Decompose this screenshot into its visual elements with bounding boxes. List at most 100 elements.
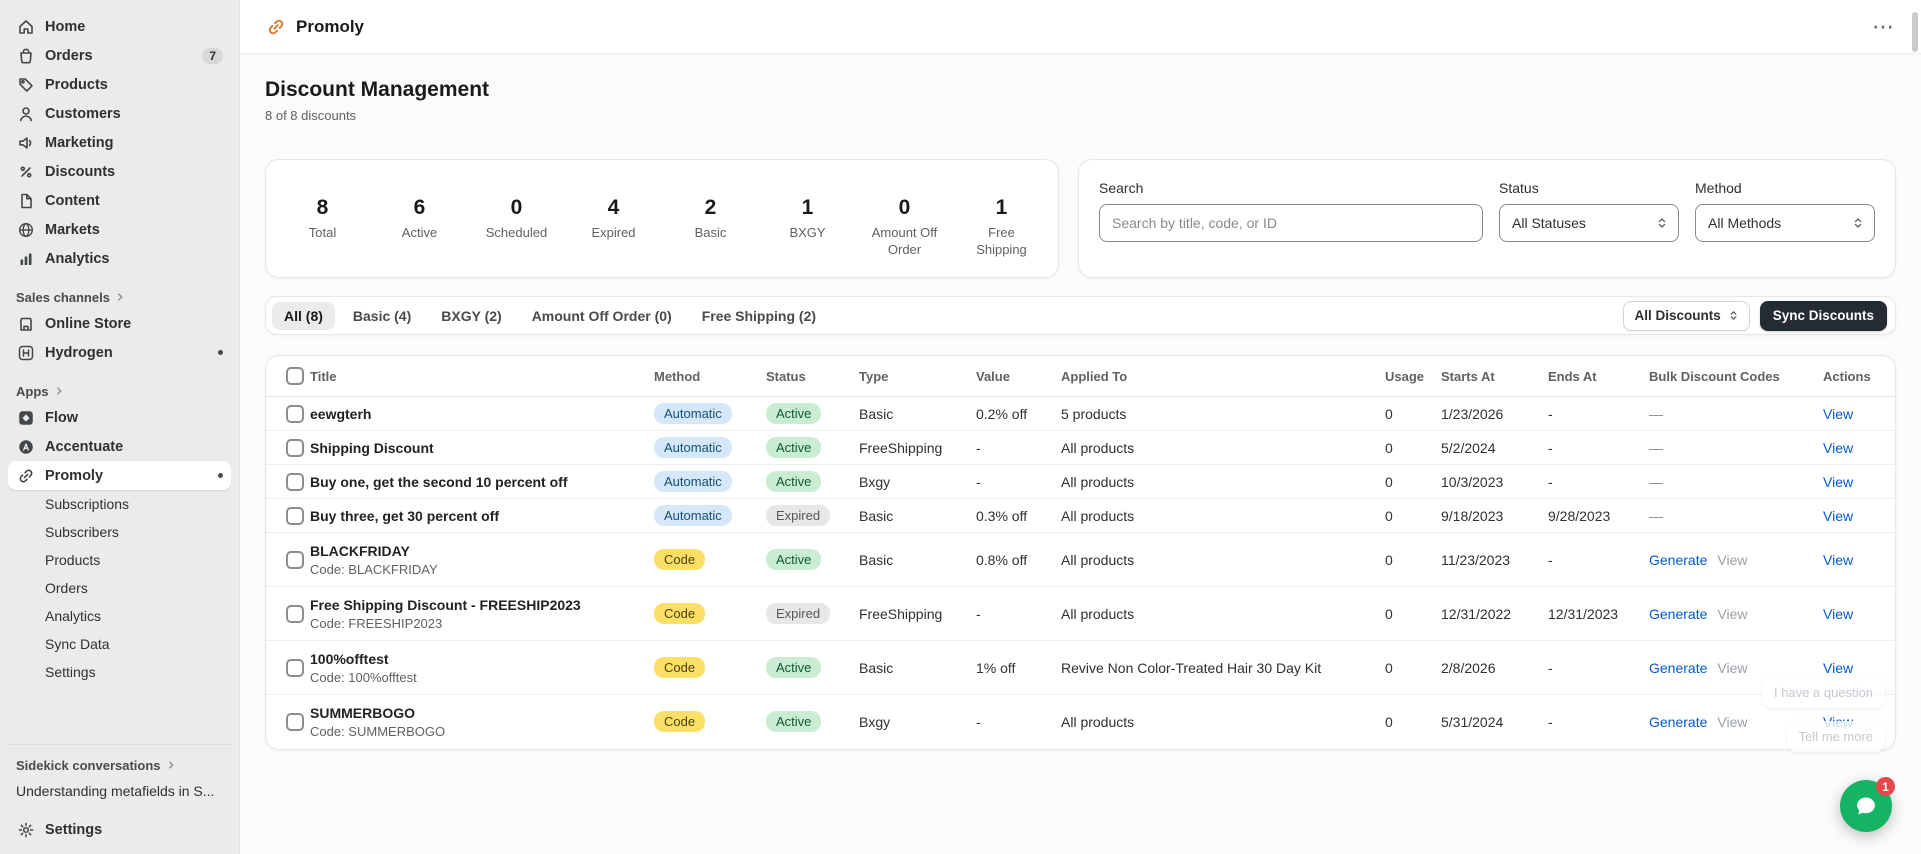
status-badge: Active	[766, 657, 822, 678]
column-header-ends-at[interactable]: Ends At	[1548, 356, 1649, 397]
sidebar-subitem-orders[interactable]: Orders	[8, 574, 231, 602]
search-input[interactable]	[1099, 204, 1483, 242]
row-checkbox[interactable]	[286, 506, 304, 525]
column-header-starts-at[interactable]: Starts At	[1441, 356, 1548, 397]
generate-codes-link[interactable]: Generate	[1649, 660, 1707, 676]
select-all-checkbox[interactable]	[286, 367, 304, 385]
sidekick-conversations-header[interactable]: Sidekick conversations	[8, 753, 231, 777]
chat-suggestion-more[interactable]: Tell me more	[1786, 721, 1885, 752]
sidebar: Home Orders 7 Products Customers Marketi…	[0, 0, 240, 854]
sidebar-item-flow[interactable]: Flow	[8, 403, 231, 432]
type-cell: FreeShipping	[859, 430, 976, 465]
sidekick-conversation-item[interactable]: Understanding metafields in S...	[8, 777, 231, 805]
column-header-title[interactable]: Title	[310, 356, 654, 397]
sidebar-item-online-store[interactable]: Online Store	[8, 309, 231, 338]
column-header-bulk-discount-codes[interactable]: Bulk Discount Codes	[1649, 356, 1823, 397]
discount-code: Code: 100%offtest	[310, 669, 417, 685]
column-header-actions[interactable]: Actions	[1823, 356, 1895, 397]
status-select[interactable]: All Statuses	[1499, 204, 1679, 242]
status-label: Status	[1499, 180, 1539, 196]
sales-channels-header[interactable]: Sales channels	[8, 285, 231, 309]
discount-scope-dropdown[interactable]: All Discounts	[1623, 300, 1750, 331]
view-codes-link[interactable]: View	[1717, 552, 1747, 568]
sidebar-item-home[interactable]: Home	[8, 12, 231, 41]
sidebar-item-orders[interactable]: Orders 7	[8, 41, 231, 70]
ends-at-cell: -	[1548, 430, 1649, 465]
row-checkbox[interactable]	[286, 438, 304, 457]
nav-label: Flow	[45, 409, 79, 426]
column-header-usage[interactable]: Usage	[1385, 356, 1441, 397]
sidebar-subitem-subscribers[interactable]: Subscribers	[8, 518, 231, 546]
sidebar-item-products[interactable]: Products	[8, 70, 231, 99]
method-select[interactable]: All Methods	[1695, 204, 1875, 242]
tab-basic[interactable]: Basic (4)	[341, 302, 423, 330]
sync-discounts-button[interactable]: Sync Discounts	[1759, 300, 1887, 331]
row-checkbox[interactable]	[286, 404, 304, 423]
view-discount-link[interactable]: View	[1823, 474, 1853, 490]
sidebar-item-marketing[interactable]: Marketing	[8, 128, 231, 157]
row-checkbox[interactable]	[286, 712, 304, 731]
type-cell: Basic	[859, 640, 976, 695]
sidebar-subitem-subscriptions[interactable]: Subscriptions	[8, 490, 231, 518]
type-cell: Bxgy	[859, 713, 891, 730]
tab-amount-off-order[interactable]: Amount Off Order (0)	[520, 302, 684, 330]
sidebar-item-settings[interactable]: Settings	[8, 815, 231, 844]
generate-codes-link[interactable]: Generate	[1649, 714, 1707, 730]
view-codes-link[interactable]: View	[1717, 714, 1747, 730]
chat-suggestion-question[interactable]: I have a question	[1761, 677, 1885, 708]
select-caret-icon	[1656, 217, 1668, 229]
tab-bxgy[interactable]: BXGY (2)	[429, 302, 513, 330]
sidebar-item-accentuate[interactable]: Accentuate	[8, 432, 231, 461]
sidebar-footer: Settings	[8, 805, 231, 844]
page-title: Discount Management	[265, 78, 490, 101]
more-menu-button[interactable]: ⋯	[1872, 15, 1895, 38]
sidebar-item-content[interactable]: Content	[8, 186, 231, 215]
row-checkbox[interactable]	[286, 604, 304, 623]
sidebar-subitem-products[interactable]: Products	[8, 546, 231, 574]
sidebar-subitem-sync-data[interactable]: Sync Data	[8, 630, 231, 658]
view-discount-link[interactable]: View	[1823, 552, 1853, 568]
view-discount-link[interactable]: View	[1823, 508, 1853, 524]
status-cell: Expired	[766, 498, 859, 533]
view-discount-link[interactable]: View	[1823, 406, 1853, 422]
chat-launcher-button[interactable]: 1	[1840, 777, 1895, 832]
scrollbar-thumb[interactable]	[1912, 12, 1918, 52]
status-badge: Active	[766, 711, 822, 733]
sidebar-item-analytics[interactable]: Analytics	[8, 244, 231, 273]
method-badge: Code	[654, 711, 706, 733]
row-checkbox[interactable]	[286, 658, 304, 677]
apps-header[interactable]: Apps	[8, 379, 231, 403]
sidebar-item-hydrogen[interactable]: Hydrogen	[8, 338, 231, 367]
column-header-value[interactable]: Value	[976, 356, 1061, 397]
method-cell: Automatic	[654, 464, 766, 499]
generate-codes-link[interactable]: Generate	[1649, 552, 1707, 568]
tab-free-shipping[interactable]: Free Shipping (2)	[690, 302, 828, 330]
method-badge: Code	[654, 549, 706, 570]
status-badge: Expired	[766, 603, 831, 624]
sidebar-item-discounts[interactable]: Discounts	[8, 157, 231, 186]
view-codes-link[interactable]: View	[1717, 660, 1747, 676]
value-cell: -	[976, 464, 1061, 499]
status-cell: Active	[766, 532, 859, 587]
column-header-applied-to[interactable]: Applied To	[1061, 356, 1385, 397]
sidebar-item-customers[interactable]: Customers	[8, 99, 231, 128]
sidebar-item-promoly[interactable]: Promoly	[8, 461, 231, 490]
sidebar-item-markets[interactable]: Markets	[8, 215, 231, 244]
sidebar-subitem-analytics[interactable]: Analytics	[8, 602, 231, 630]
column-header-method[interactable]: Method	[654, 356, 766, 397]
row-checkbox[interactable]	[286, 550, 304, 569]
type-cell: Bxgy	[859, 464, 976, 499]
view-discount-link[interactable]: View	[1823, 606, 1853, 622]
type-cell: Basic	[859, 396, 976, 431]
status-filter-group: Status All Statuses	[1499, 180, 1679, 257]
generate-codes-link[interactable]: Generate	[1649, 606, 1707, 622]
view-codes-link[interactable]: View	[1717, 606, 1747, 622]
tab-all[interactable]: All (8)	[272, 301, 335, 330]
row-checkbox[interactable]	[286, 472, 304, 491]
view-discount-link[interactable]: View	[1823, 440, 1853, 456]
column-header-status[interactable]: Status	[766, 356, 859, 397]
starts-at-cell: 12/31/2022	[1441, 586, 1548, 641]
column-header-type[interactable]: Type	[859, 356, 976, 397]
view-discount-link[interactable]: View	[1823, 660, 1853, 676]
sidebar-subitem-settings[interactable]: Settings	[8, 658, 231, 686]
